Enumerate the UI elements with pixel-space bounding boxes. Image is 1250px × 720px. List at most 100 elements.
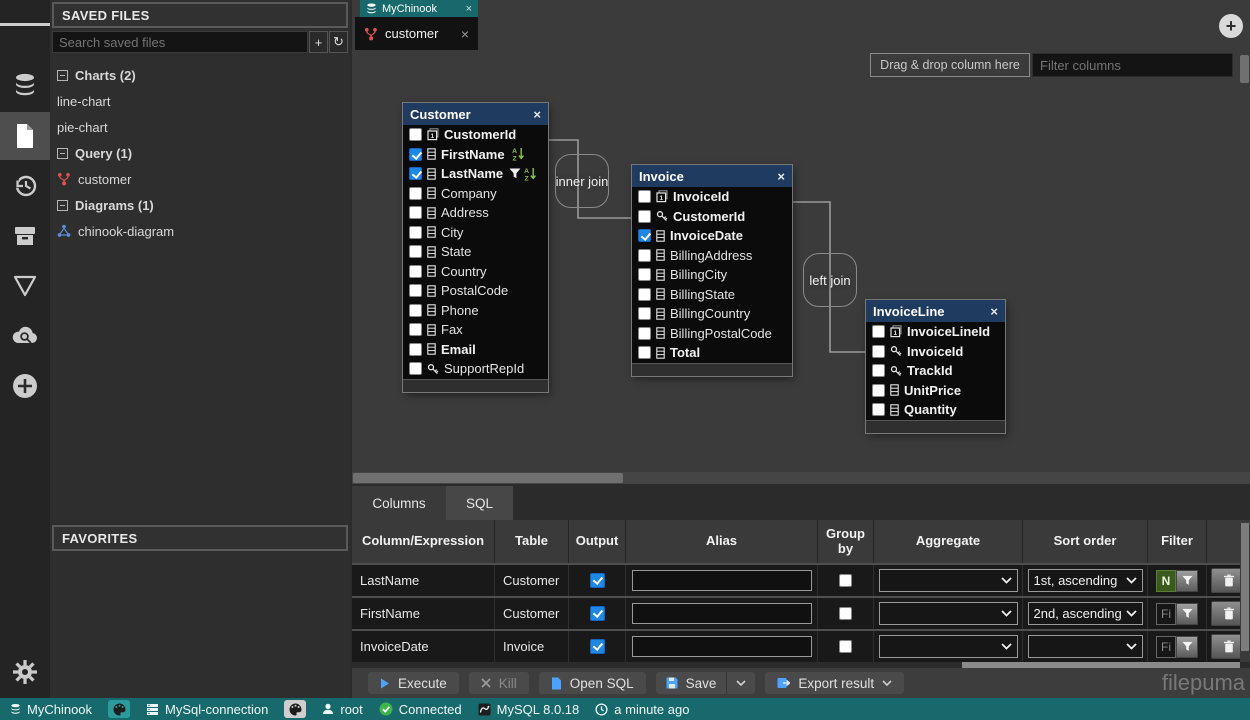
table-column-customerid[interactable]: 1CustomerId — [403, 125, 548, 145]
alias-input[interactable] — [632, 570, 812, 591]
column-checkbox[interactable] — [409, 284, 422, 297]
diagram-table-invoice[interactable]: Invoice×1InvoiceIdCustomerIdInvoiceDate B… — [632, 165, 792, 376]
collapse-icon[interactable] — [57, 148, 68, 159]
table-column-city[interactable]: City — [403, 223, 548, 243]
column-checkbox[interactable] — [872, 384, 885, 397]
settings-gear-icon[interactable] — [0, 648, 50, 696]
table-resize-handle[interactable] — [632, 363, 792, 376]
column-checkbox[interactable] — [409, 226, 422, 239]
tab-sql[interactable]: SQL — [446, 486, 513, 520]
save-button[interactable]: Save — [656, 672, 727, 694]
close-icon[interactable]: × — [533, 107, 541, 122]
canvas-horizontal-scrollbar[interactable] — [352, 472, 1250, 484]
output-checkbox[interactable] — [590, 639, 605, 654]
column-checkbox[interactable] — [638, 307, 651, 320]
aggregate-select[interactable] — [879, 602, 1018, 625]
table-column-quantity[interactable]: Quantity — [866, 400, 1005, 420]
table-column-email[interactable]: Email — [403, 340, 548, 360]
tree-item-query-1-[interactable]: Query (1) — [50, 140, 350, 166]
table-column-customerid[interactable]: CustomerId — [632, 207, 792, 227]
table-column-company[interactable]: Company — [403, 184, 548, 204]
table-column-invoiceid[interactable]: 1InvoiceId — [632, 187, 792, 207]
status-database[interactable]: MyChinook — [10, 702, 92, 717]
table-resize-handle[interactable] — [866, 420, 1005, 433]
new-item-button[interactable]: + — [1219, 14, 1243, 38]
palette-button-database[interactable] — [108, 700, 130, 718]
table-header[interactable]: Customer× — [403, 103, 548, 125]
column-checkbox[interactable] — [872, 403, 885, 416]
refresh-button[interactable]: ↻ — [329, 31, 348, 53]
column-checkbox[interactable] — [409, 343, 422, 356]
favorites-header[interactable]: FAVORITES — [52, 525, 348, 551]
table-column-country[interactable]: Country — [403, 262, 548, 282]
table-column-invoiceid[interactable]: InvoiceId — [866, 342, 1005, 362]
table-header[interactable]: Invoice× — [632, 165, 792, 187]
column-checkbox[interactable] — [872, 345, 885, 358]
table-column-phone[interactable]: Phone — [403, 301, 548, 321]
save-options-button[interactable] — [726, 672, 755, 694]
execute-button[interactable]: Execute — [368, 672, 459, 694]
table-resize-handle[interactable] — [403, 379, 548, 392]
table-column-lastname[interactable]: LastNameAZ — [403, 164, 548, 184]
canvas-vertical-scrollbar[interactable] — [1239, 50, 1250, 472]
column-checkbox[interactable] — [409, 245, 422, 258]
tab-columns[interactable]: Columns — [352, 486, 446, 520]
column-checkbox[interactable] — [872, 325, 885, 338]
archive-icon[interactable] — [0, 212, 50, 260]
column-checkbox[interactable] — [638, 327, 651, 340]
close-icon[interactable]: × — [777, 169, 785, 184]
open-sql-button[interactable]: Open SQL — [539, 672, 646, 694]
tree-item-charts-2-[interactable]: Charts (2) — [50, 62, 350, 88]
export-result-button[interactable]: Export result — [765, 672, 904, 694]
group-by-checkbox[interactable] — [839, 574, 852, 587]
column-checkbox[interactable] — [409, 148, 422, 161]
funnel-outline-icon[interactable] — [0, 262, 50, 310]
column-checkbox[interactable] — [409, 304, 422, 317]
table-column-fax[interactable]: Fax — [403, 320, 548, 340]
alias-input[interactable] — [632, 636, 812, 657]
table-column-billingcity[interactable]: BillingCity — [632, 265, 792, 285]
column-checkbox[interactable] — [638, 346, 651, 359]
status-connection[interactable]: MySql-connection — [146, 702, 268, 717]
collapse-icon[interactable] — [57, 200, 68, 211]
sort-order-select[interactable]: 2nd, ascending — [1028, 602, 1143, 625]
diagram-table-invoiceline[interactable]: InvoiceLine×1InvoiceLineIdInvoiceIdTrack… — [866, 300, 1005, 433]
tree-item-customer[interactable]: customer — [50, 166, 350, 192]
status-user[interactable]: root — [322, 702, 362, 717]
palette-button-connection[interactable] — [284, 700, 306, 718]
join-node-inner[interactable]: inner join — [555, 154, 609, 208]
table-column-total[interactable]: Total — [632, 343, 792, 363]
column-checkbox[interactable] — [409, 206, 422, 219]
sort-order-select[interactable] — [1028, 635, 1143, 658]
column-checkbox[interactable] — [638, 190, 651, 203]
column-checkbox[interactable] — [409, 265, 422, 278]
cloud-search-icon[interactable] — [0, 312, 50, 360]
column-checkbox[interactable] — [409, 323, 422, 336]
tree-item-chinook-diagram[interactable]: chinook-diagram — [50, 218, 350, 244]
tree-item-line-chart[interactable]: line-chart — [50, 88, 350, 114]
filter-value[interactable]: Fi — [1156, 603, 1176, 625]
filter-button[interactable] — [1176, 636, 1198, 658]
filter-value[interactable]: N — [1156, 570, 1176, 592]
table-column-address[interactable]: Address — [403, 203, 548, 223]
tree-item-diagrams-1-[interactable]: Diagrams (1) — [50, 192, 350, 218]
add-file-button[interactable]: + — [309, 31, 328, 53]
column-checkbox[interactable] — [638, 229, 651, 242]
search-input[interactable] — [52, 31, 308, 53]
filter-value[interactable]: Fi — [1156, 636, 1176, 658]
table-column-invoicedate[interactable]: InvoiceDate — [632, 226, 792, 246]
column-checkbox[interactable] — [409, 128, 422, 141]
table-column-trackid[interactable]: TrackId — [866, 361, 1005, 381]
table-column-unitprice[interactable]: UnitPrice — [866, 381, 1005, 401]
column-checkbox[interactable] — [638, 268, 651, 281]
table-column-firstname[interactable]: FirstNameAZ — [403, 145, 548, 165]
database-icon[interactable] — [0, 62, 50, 110]
column-checkbox[interactable] — [409, 362, 422, 375]
close-icon[interactable]: × — [990, 304, 998, 319]
filter-button[interactable] — [1176, 570, 1198, 592]
table-column-postalcode[interactable]: PostalCode — [403, 281, 548, 301]
tab-connection[interactable]: MyChinook × — [360, 0, 478, 17]
table-column-billingcountry[interactable]: BillingCountry — [632, 304, 792, 324]
diagram-table-customer[interactable]: Customer×1CustomerIdFirstNameAZLastNameA… — [403, 103, 548, 392]
sort-order-select[interactable]: 1st, ascending — [1028, 569, 1143, 592]
